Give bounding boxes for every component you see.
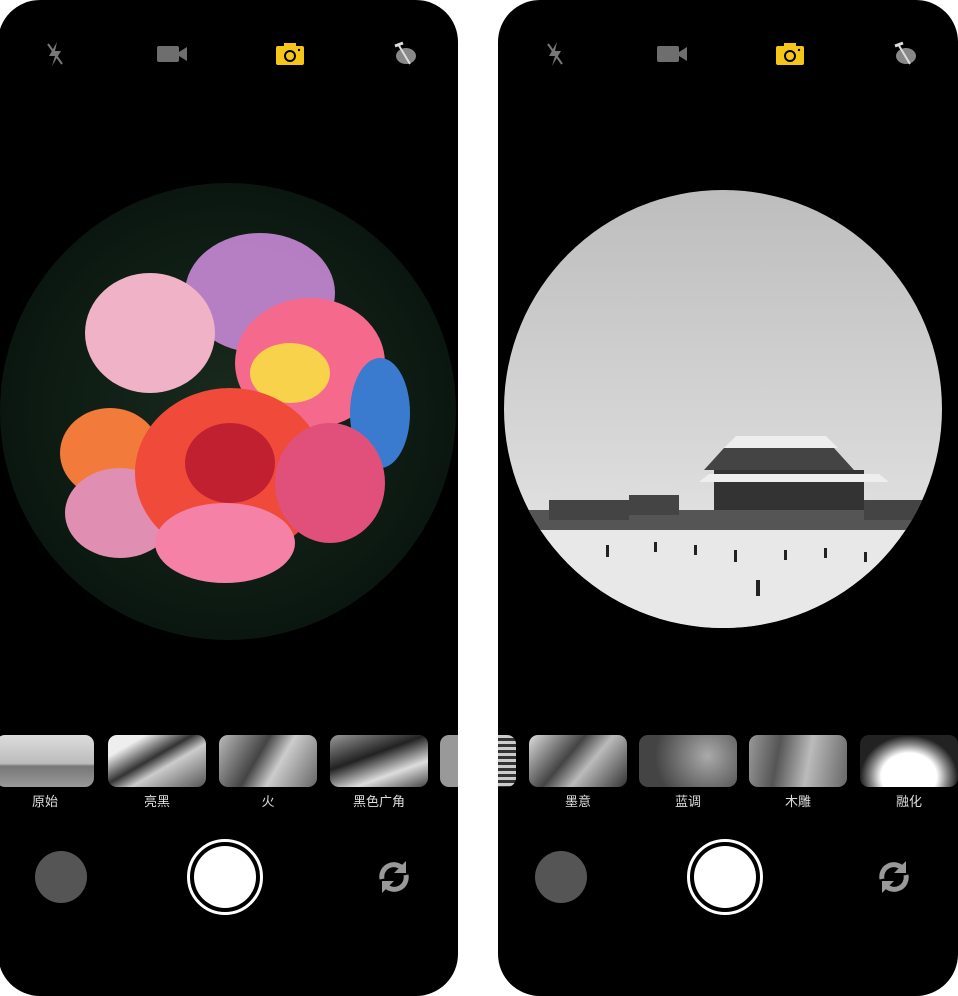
shutter-button[interactable] [187, 839, 263, 915]
filter-thumbnail[interactable] [860, 735, 958, 787]
palette-icon[interactable] [389, 40, 421, 68]
filter-thumbnail[interactable] [440, 735, 458, 787]
filter-label: 木雕 [784, 795, 811, 810]
filter-thumbnail[interactable] [330, 735, 428, 787]
gallery-button[interactable] [535, 851, 587, 903]
gallery-button[interactable] [35, 851, 87, 903]
filter-thumbnail[interactable] [0, 735, 94, 787]
filter-label: 墨意 [564, 795, 591, 810]
photo-camera-icon[interactable] [274, 40, 306, 68]
viewfinder-palace [504, 190, 942, 628]
shutter-button[interactable] [687, 839, 763, 915]
camera-screen-left: 原始 亮黑 火 黑色广角 [0, 0, 458, 996]
filter-label: 融化 [895, 795, 922, 810]
filter-thumbnail[interactable] [529, 735, 627, 787]
flash-off-icon[interactable] [539, 40, 571, 68]
palette-icon[interactable] [889, 40, 921, 68]
filter-thumbnail[interactable] [639, 735, 737, 787]
filter-label: 原始 [31, 795, 58, 810]
video-camera-icon[interactable] [156, 40, 188, 68]
camera-screen-right: 墨意 蓝调 木雕 融化 [498, 0, 958, 996]
filter-label: 蓝调 [674, 795, 701, 810]
filter-label: 亮黑 [143, 795, 170, 810]
filter-label: 火 [261, 795, 275, 810]
viewfinder-flower [0, 183, 456, 640]
switch-camera-icon[interactable] [374, 857, 414, 897]
filter-thumbnail[interactable] [219, 735, 317, 787]
flash-off-icon[interactable] [39, 40, 71, 68]
switch-camera-icon[interactable] [874, 857, 914, 897]
photo-camera-icon[interactable] [774, 40, 806, 68]
video-camera-icon[interactable] [656, 40, 688, 68]
filter-thumbnail[interactable] [108, 735, 206, 787]
filter-label: 黑色广角 [352, 795, 405, 810]
filter-thumbnail[interactable] [498, 735, 516, 787]
filter-thumbnail[interactable] [749, 735, 847, 787]
